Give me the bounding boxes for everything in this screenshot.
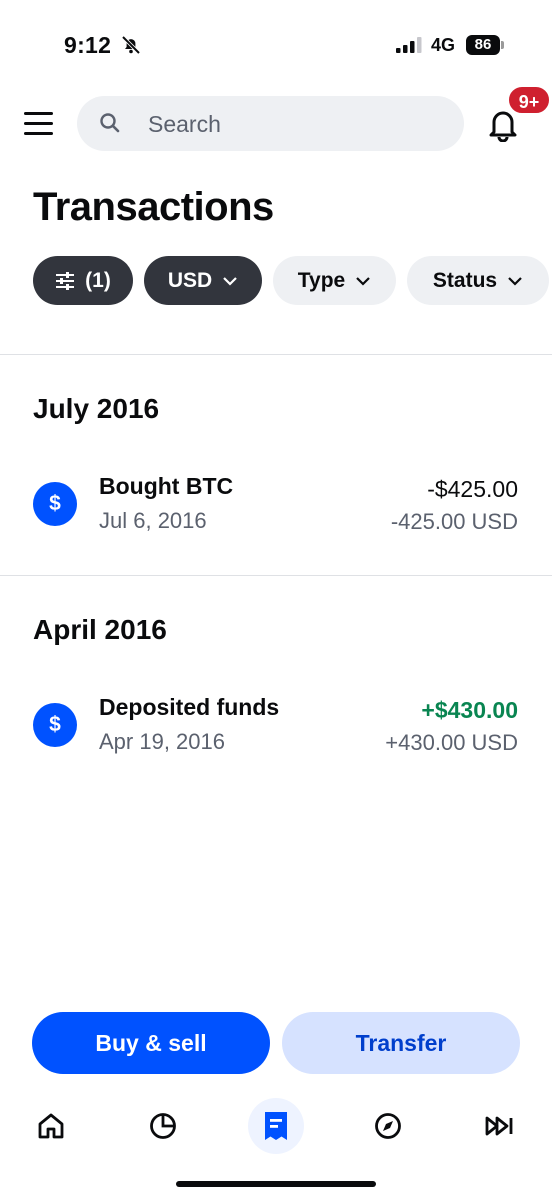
page-title: Transactions: [33, 185, 274, 229]
filter-chip-currency[interactable]: USD: [144, 256, 262, 305]
home-icon: [38, 1113, 64, 1139]
transaction-title: Deposited funds: [99, 694, 280, 720]
tab-explore[interactable]: [366, 1104, 410, 1148]
chevron-down-icon: [223, 276, 237, 286]
menu-icon: [24, 112, 53, 115]
tab-home[interactable]: [29, 1104, 73, 1148]
transactions-icon: [265, 1112, 287, 1140]
dollar-icon: $: [33, 482, 77, 526]
section-title: July 2016: [33, 393, 160, 424]
battery-level: 86: [466, 35, 500, 55]
tab-transactions[interactable]: [248, 1098, 304, 1154]
bell-off-icon: [121, 35, 141, 55]
filter-chip-type[interactable]: Type: [273, 256, 396, 305]
search-input[interactable]: Search: [77, 96, 464, 151]
transaction-date: Jul 6, 2016: [99, 508, 207, 533]
transfer-button[interactable]: Transfer: [282, 1012, 520, 1074]
transaction-amount: +$430.00: [421, 697, 518, 723]
sliders-icon: [56, 271, 75, 290]
search-placeholder: Search: [148, 111, 221, 137]
trade-forward-icon: [485, 1116, 513, 1136]
tab-portfolio[interactable]: [141, 1104, 185, 1148]
menu-icon-bar: [24, 122, 53, 125]
divider: [0, 354, 552, 355]
chevron-down-icon: [508, 276, 522, 286]
portfolio-pie-icon: [150, 1113, 176, 1139]
filter-chip-label: (1): [85, 268, 111, 292]
transaction-title: Bought BTC: [99, 473, 234, 499]
filter-chip-status[interactable]: Status: [407, 256, 549, 305]
network-type: 4G: [431, 35, 456, 55]
section-title: April 2016: [33, 614, 167, 645]
battery-tip: [501, 41, 504, 49]
transaction-date: Apr 19, 2016: [99, 729, 225, 754]
filter-chip-label: USD: [167, 268, 213, 292]
menu-button[interactable]: [24, 112, 54, 136]
filter-chip-settings[interactable]: (1): [33, 256, 133, 305]
menu-icon-bar: [24, 132, 53, 135]
filter-chip-label: Type: [297, 268, 346, 292]
search-icon: [100, 113, 120, 133]
status-time: 9:12: [64, 32, 112, 58]
buy-sell-button[interactable]: Buy & sell: [32, 1012, 270, 1074]
filter-chip-label: Status: [432, 268, 498, 292]
signal-icon: [396, 37, 422, 53]
chevron-down-icon: [356, 276, 371, 286]
notification-badge: 9+: [507, 85, 551, 115]
dollar-icon: $: [33, 703, 77, 747]
tab-trade[interactable]: [478, 1104, 522, 1148]
transaction-native-amount: -425.00 USD: [390, 509, 518, 534]
transaction-amount: -$425.00: [427, 476, 518, 502]
status-bar: 9:12 4G 86: [0, 0, 552, 90]
explore-compass-icon: [375, 1113, 401, 1139]
home-indicator: [176, 1181, 376, 1187]
transaction-native-amount: +430.00 USD: [385, 730, 518, 755]
divider: [0, 575, 552, 576]
